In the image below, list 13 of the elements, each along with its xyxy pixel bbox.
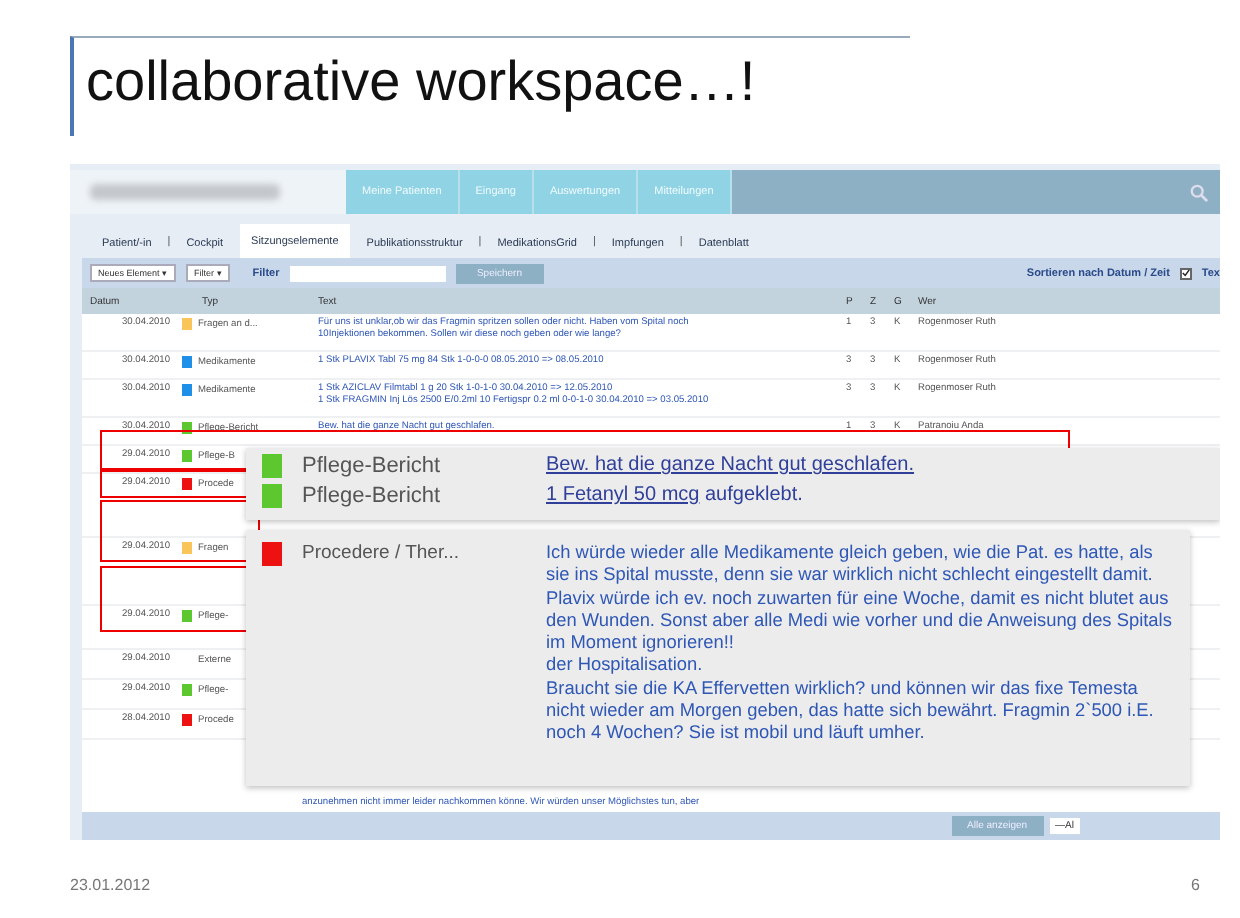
- search-icon[interactable]: [1190, 183, 1208, 201]
- page-number: 6: [1191, 876, 1200, 894]
- filter-field[interactable]: [289, 265, 446, 281]
- entry-text: Ich würde wieder alle Medikamente gleich geben, wie die Pat. es hatte, als sie ins Spital musste, denn sie war wirklich nicht schlecht eingestellt damit. Plavix würde ich ev. noch zuwarten für eine Woche, damit es nicht blutet aus den Wunden. Sonst aber alle Medi wie vorher und die Anweisung des Spitals im Moment ignorieren!! der Hospitalisation. Braucht sie die KA Effervetten wirklich? und können wir das fixe Temesta nicht wieder am Morgen geben, das hatte sich bewährt. Fragmin 2`500 i.E. noch 4 Wochen? Sie ist mobil und läuft umher.: [546, 542, 1174, 746]
- slide-title: collaborative workspace…!: [70, 36, 910, 136]
- entry-link[interactable]: Bew. hat die ganze Nacht gut geschlafen.: [546, 454, 915, 476]
- entry-link[interactable]: 1 Fetanyl 50 mcg: [546, 484, 700, 506]
- slide-date: 23.01.2012: [70, 876, 151, 894]
- type-label: Pflege-Bericht: [302, 484, 443, 508]
- type-label: Procedere / Ther...: [302, 542, 462, 564]
- type-label: Pflege-Bericht: [302, 454, 443, 478]
- entry-text: aufgeklebt.: [702, 484, 803, 506]
- checkbox[interactable]: [1179, 267, 1192, 279]
